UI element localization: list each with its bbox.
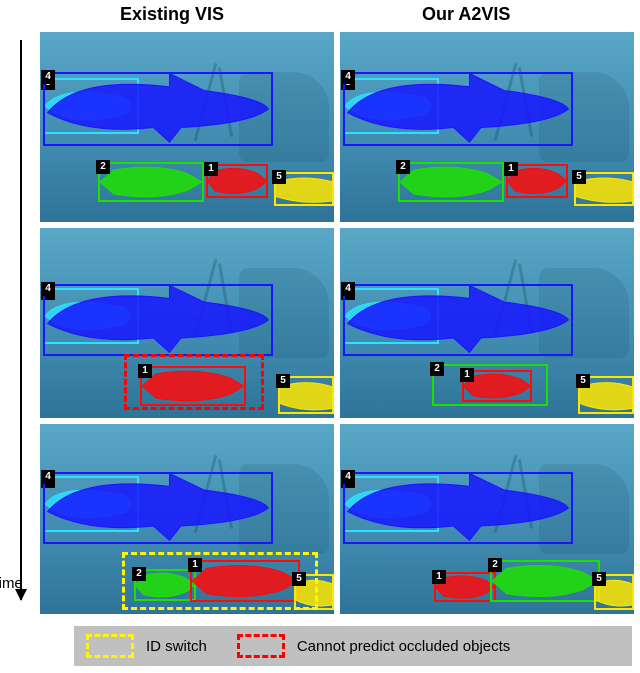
frame-row: 3 4 2 1 5 3 4 2 1 5 <box>40 32 634 222</box>
time-axis-label: Time <box>0 575 23 592</box>
instance-id-tag: 2 <box>396 160 410 174</box>
frame-grid: 3 4 2 1 5 3 4 2 1 5 3 4 1 5 3 42 1 5 3 4… <box>40 32 634 620</box>
bbox-blue <box>43 72 273 146</box>
frame-panel-ours: 3 42 1 5 <box>340 228 634 418</box>
bbox-blue <box>43 472 273 544</box>
instance-id-tag: 1 <box>432 570 446 584</box>
highlight-idswitch <box>122 552 318 610</box>
instance-id-tag: 2 <box>430 362 444 376</box>
instance-id-tag: 4 <box>341 282 355 296</box>
instance-id-tag: 1 <box>204 162 218 176</box>
figure-container: Existing VIS Our A2VIS Time 3 4 2 1 5 3 … <box>0 0 640 673</box>
instance-id-tag: 5 <box>572 170 586 184</box>
frame-panel-ours: 3 4 2 1 5 <box>340 32 634 222</box>
instance-id-tag: 2 <box>96 160 110 174</box>
instance-id-tag: 5 <box>592 572 606 586</box>
frame-panel-existing: 3 4 2 1 5 <box>40 32 334 222</box>
instance-id-tag: 4 <box>341 70 355 84</box>
bbox-blue <box>343 472 573 544</box>
time-arrow-icon <box>20 40 22 600</box>
legend: ID switch Cannot predict occluded object… <box>74 626 632 666</box>
instance-id-tag: 1 <box>504 162 518 176</box>
instance-id-tag: 4 <box>41 470 55 484</box>
instance-id-tag: 1 <box>460 368 474 382</box>
bbox-green <box>98 162 204 202</box>
frame-panel-ours: 3 4 1 2 5 <box>340 424 634 614</box>
frame-panel-existing: 3 4 2 1 5 <box>40 424 334 614</box>
frame-panel-existing: 3 4 1 5 <box>40 228 334 418</box>
bbox-green <box>398 162 504 202</box>
instance-id-tag: 2 <box>488 558 502 572</box>
bbox-blue <box>43 284 273 356</box>
legend-label-occluded: Cannot predict occluded objects <box>297 638 510 655</box>
highlight-occluded <box>124 354 264 410</box>
instance-id-tag: 4 <box>41 282 55 296</box>
instance-id-tag: 5 <box>576 374 590 388</box>
column-header-existing: Existing VIS <box>120 4 224 25</box>
bbox-green <box>490 560 600 602</box>
instance-id-tag: 4 <box>41 70 55 84</box>
bbox-blue <box>343 72 573 146</box>
legend-swatch-occluded <box>237 634 285 658</box>
instance-id-tag: 5 <box>272 170 286 184</box>
instance-id-tag: 4 <box>341 470 355 484</box>
legend-label-idswitch: ID switch <box>146 638 207 655</box>
column-header-ours: Our A2VIS <box>422 4 510 25</box>
legend-swatch-idswitch <box>86 634 134 658</box>
bbox-blue <box>343 284 573 356</box>
frame-row: 3 4 1 5 3 42 1 5 <box>40 228 634 418</box>
frame-row: 3 4 2 1 5 3 4 1 2 5 <box>40 424 634 614</box>
time-axis <box>8 40 32 600</box>
instance-id-tag: 5 <box>276 374 290 388</box>
